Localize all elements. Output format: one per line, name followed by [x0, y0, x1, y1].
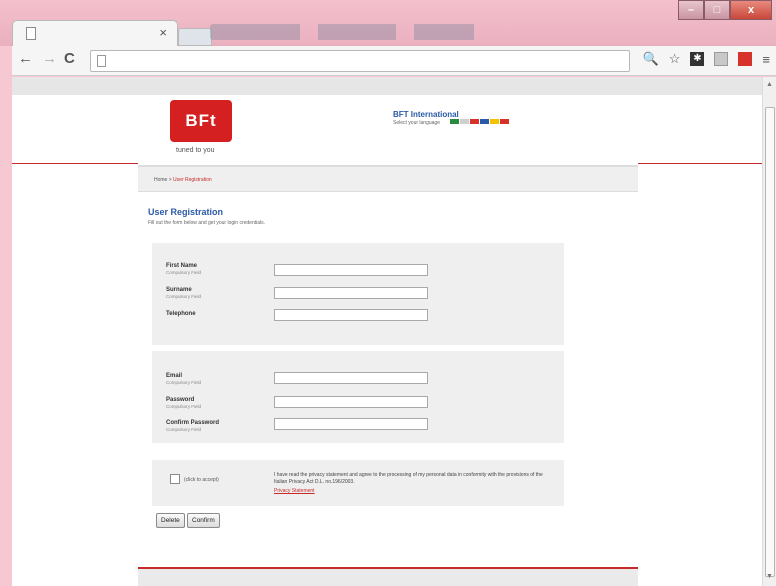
privacy-click-label: (click to accept) [184, 477, 219, 483]
email-input[interactable] [274, 372, 428, 384]
logo-tagline: tuned to you [176, 147, 215, 154]
telephone-input[interactable] [274, 309, 428, 321]
maximize-button[interactable]: □ [704, 0, 730, 20]
address-bar[interactable] [90, 50, 630, 72]
scroll-up-icon[interactable]: ▲ [766, 81, 773, 88]
flag-icon[interactable] [490, 119, 499, 124]
surname-label: Surname Compulsory Field [166, 287, 202, 299]
extension-icon[interactable] [714, 52, 729, 66]
brand-title[interactable]: BFT International [393, 110, 459, 119]
account-details-section: Email Compulsory Field Password Compulso… [152, 351, 564, 443]
language-flags [450, 119, 509, 124]
flag-icon[interactable] [470, 119, 479, 124]
menu-icon[interactable]: ≡ [762, 52, 770, 67]
browser-toolbar: ← → C 🔍 ☆ ✱ ≡ [12, 46, 776, 76]
reload-button[interactable]: C [64, 50, 75, 67]
top-band [12, 77, 762, 95]
bft-logo[interactable]: BFt [170, 100, 232, 142]
email-label: Email Compulsory Field [166, 373, 202, 385]
password-label: Password Compulsory Field [166, 397, 202, 409]
first-name-label: First Name Compulsory Field [166, 263, 202, 275]
page-icon [97, 55, 106, 67]
new-tab-button[interactable] [178, 28, 212, 46]
close-window-button[interactable]: x [730, 0, 772, 20]
privacy-statement-text: I have read the privacy statement and ag… [274, 472, 543, 485]
language-label: Select your language [393, 120, 440, 126]
back-button[interactable]: ← [18, 50, 33, 67]
star-icon[interactable]: ☆ [669, 51, 681, 67]
extension-icon[interactable]: ✱ [690, 52, 705, 66]
tab-close-icon[interactable]: × [159, 25, 167, 40]
scrollbar-thumb[interactable] [765, 107, 775, 577]
minimize-button[interactable]: – [678, 0, 704, 20]
toolbar-icons: 🔍 ☆ ✱ ≡ [643, 51, 770, 67]
breadcrumb: Home > User Registration [154, 177, 212, 183]
page-title: User Registration [148, 207, 224, 217]
forward-button[interactable]: → [42, 50, 57, 67]
extension-icon[interactable] [738, 52, 753, 66]
flag-icon[interactable] [450, 119, 459, 124]
confirm-button[interactable]: Confirm [187, 513, 220, 528]
privacy-statement-link[interactable]: Privacy Statement [274, 488, 315, 494]
site-header: BFt tuned to you BFT International Selec… [138, 95, 638, 165]
blurred-title-area [210, 24, 510, 40]
page-footer [138, 569, 638, 586]
scroll-down-icon[interactable]: ▼ [766, 573, 773, 580]
vertical-scrollbar[interactable]: ▲ ▼ [762, 77, 776, 586]
search-icon[interactable]: 🔍 [643, 51, 659, 67]
page-intro: Fill out the form below and get your log… [148, 220, 266, 226]
page-viewport: BFt tuned to you BFT International Selec… [12, 77, 762, 586]
telephone-label: Telephone [166, 311, 196, 317]
password-input[interactable] [274, 396, 428, 408]
flag-icon[interactable] [480, 119, 489, 124]
delete-button[interactable]: Delete [156, 513, 185, 528]
privacy-section: (click to accept) I have read the privac… [152, 460, 564, 506]
breadcrumb-separator: > [168, 177, 172, 183]
confirm-password-input[interactable] [274, 418, 428, 430]
personal-details-section: First Name Compulsory Field Surname Comp… [152, 243, 564, 345]
breadcrumb-home[interactable]: Home [154, 177, 167, 183]
flag-icon[interactable] [460, 119, 469, 124]
first-name-input[interactable] [274, 264, 428, 276]
window-controls: – □ x [678, 0, 772, 20]
privacy-checkbox[interactable] [170, 474, 180, 484]
breadcrumb-current: User Registration [173, 177, 212, 183]
browser-tab[interactable]: × [12, 20, 178, 46]
surname-input[interactable] [274, 287, 428, 299]
confirm-password-label: Confirm Password Compulsory Field [166, 420, 220, 432]
browser-titlebar: × – □ x [0, 0, 776, 46]
page-icon [26, 27, 36, 40]
breadcrumb-bar: Home > User Registration [138, 165, 638, 192]
flag-icon[interactable] [500, 119, 509, 124]
